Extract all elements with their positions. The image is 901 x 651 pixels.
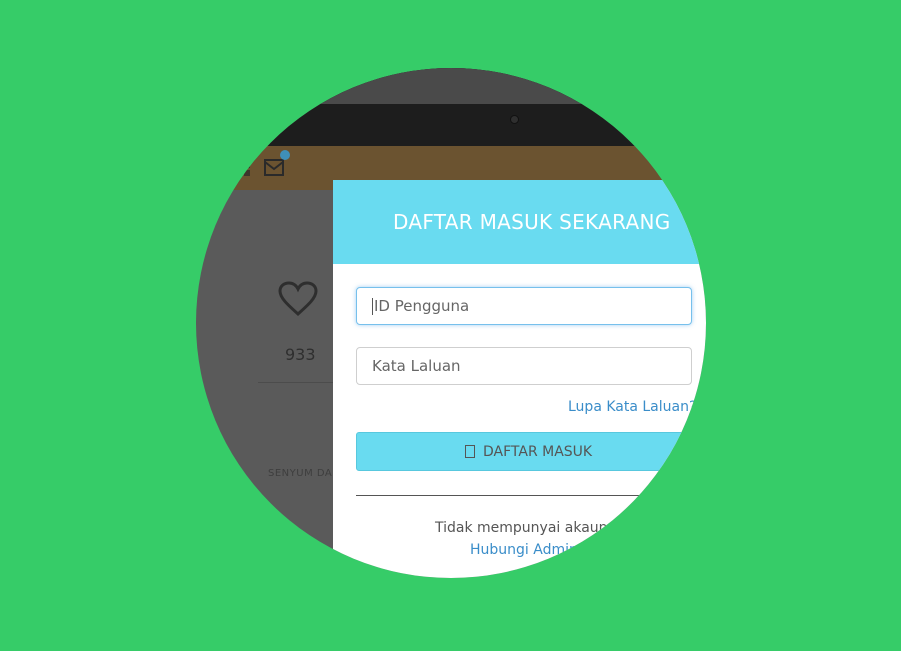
login-button[interactable]: DAFTAR MASUK — [356, 432, 696, 471]
heart-icon[interactable] — [278, 281, 318, 317]
mail-icon[interactable] — [264, 159, 284, 176]
camera-dot — [511, 116, 518, 123]
login-modal: DAFTAR MASUK SEKARANG ID Pengguna Kata L… — [333, 180, 706, 578]
modal-title: DAFTAR MASUK SEKARANG — [393, 210, 671, 234]
like-count: 933 — [285, 345, 316, 364]
password-placeholder: Kata Laluan — [372, 357, 461, 375]
text-cursor — [372, 297, 373, 315]
contact-admin-link[interactable]: Hubungi Admin — [470, 542, 578, 558]
background-divider — [258, 382, 334, 383]
username-placeholder: ID Pengguna — [374, 297, 470, 315]
modal-divider — [356, 495, 706, 496]
no-account-text: Tidak mempunyai akaun — [435, 520, 608, 536]
notification-badge — [280, 150, 290, 160]
password-input[interactable]: Kata Laluan — [356, 347, 692, 385]
forgot-password-link[interactable]: Lupa Kata Laluan? — [568, 399, 696, 415]
login-button-label: DAFTAR MASUK — [483, 443, 593, 460]
sign-in-icon — [465, 445, 475, 458]
username-input[interactable]: ID Pengguna — [356, 287, 692, 325]
zoomed-screenshot: 933 SENYUM DAN TAK DAFTAR MASUK SEKARANG… — [196, 68, 706, 578]
grid-icon — [236, 161, 250, 176]
modal-header: DAFTAR MASUK SEKARANG — [333, 180, 706, 264]
top-strip — [196, 68, 706, 104]
